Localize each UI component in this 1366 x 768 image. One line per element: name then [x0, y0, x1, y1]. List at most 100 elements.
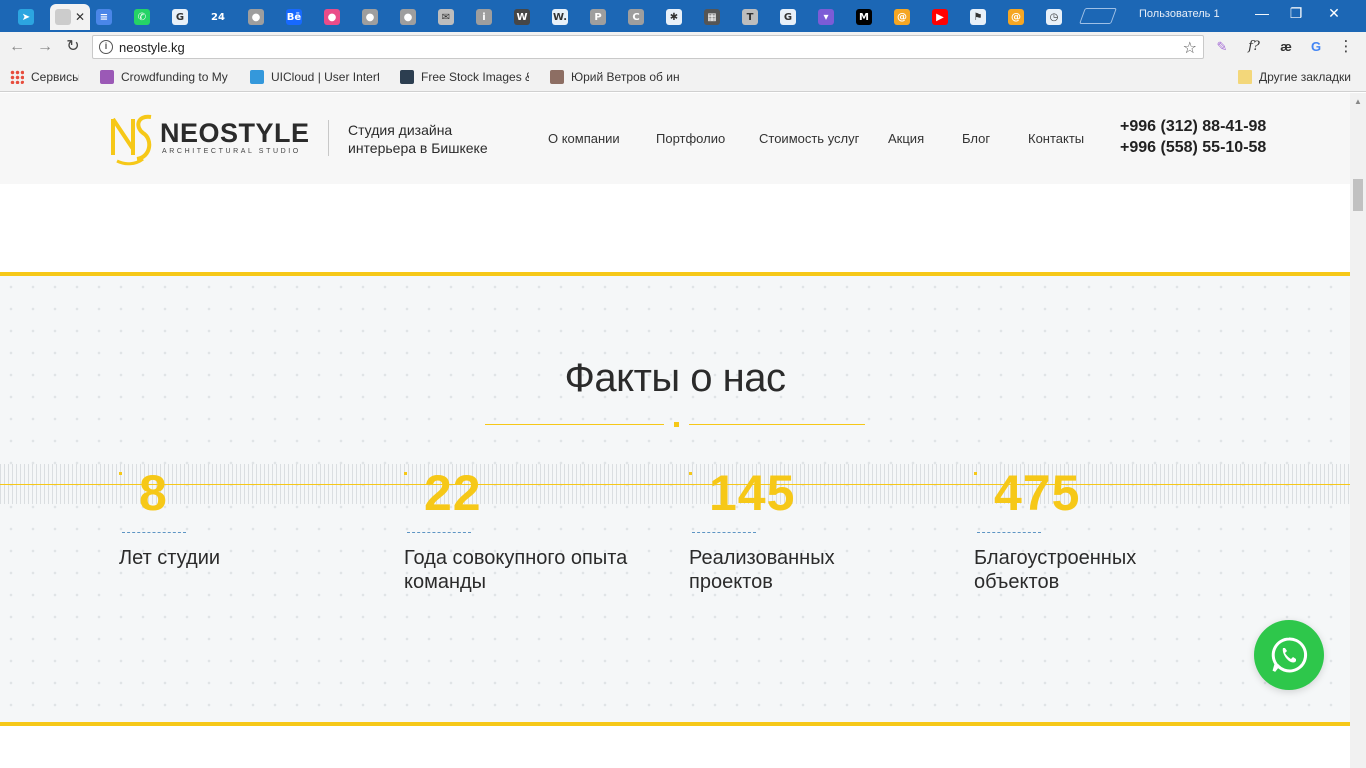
dribbble-grey-icon: ● — [248, 9, 264, 25]
browser-tab[interactable]: @ — [1002, 4, 1030, 30]
telegram-icon: ➤ — [18, 9, 34, 25]
browser-tab[interactable]: W. — [546, 4, 574, 30]
fact-label-line: Благоустроенных — [974, 547, 1137, 569]
fact-label-line: объектов — [974, 571, 1060, 593]
fact-label-line: Года совокупного опыта — [404, 547, 628, 569]
phone-1[interactable]: +996 (312) 88-41-98 — [1120, 118, 1266, 136]
mail-grey-icon: ✉ — [438, 9, 454, 25]
bookmark-item[interactable]: Юрий Ветров об ин — [550, 70, 679, 84]
flag-icon: ⚑ — [970, 9, 986, 25]
page-scrollbar[interactable]: ▲ — [1350, 93, 1366, 768]
back-arrow-icon[interactable]: ← — [6, 37, 28, 57]
browser-tab[interactable]: ● — [356, 4, 384, 30]
browser-tab[interactable]: ● — [394, 4, 422, 30]
brand-name[interactable]: NEOSTYLE — [160, 119, 310, 147]
bookmark-item[interactable]: Free Stock Images & — [400, 70, 529, 84]
browser-tab[interactable]: ▾ — [812, 4, 840, 30]
fact-label: Года совокупного опыта команды — [404, 546, 654, 594]
bookmark-item[interactable]: Сервисы — [10, 70, 79, 84]
other-bookmarks-label: Другие закладки — [1259, 70, 1351, 84]
phone-2[interactable]: +996 (558) 55-10-58 — [1120, 139, 1266, 157]
whatsapp-icon — [1271, 637, 1308, 673]
browser-tab[interactable]: W — [508, 4, 536, 30]
browser-tab[interactable]: C — [622, 4, 650, 30]
dribbble-grey-icon: ● — [362, 9, 378, 25]
site-info-icon[interactable]: i — [99, 40, 113, 54]
other-bookmarks[interactable]: Другие закладки — [1238, 70, 1351, 84]
mail-at-icon: @ — [1008, 9, 1024, 25]
bookmark-star-icon[interactable]: ☆ — [1183, 38, 1197, 58]
browser-tab[interactable]: ● — [318, 4, 346, 30]
site-header: NEOSTYLE ARCHITECTURAL STUDIO Студия диз… — [0, 93, 1350, 184]
tab-strip: ➤ ✕ ≡ ✆ G 24 ● Bē ● ● ● ✉ i W W. P C ✱ ▦ T G ▾ M @ ▶ ⚑ @ ◷ Пользова… — [0, 0, 1366, 32]
extension-font-icon[interactable]: f? — [1244, 38, 1264, 56]
scroll-up-icon[interactable]: ▲ — [1354, 97, 1362, 106]
wordpress-icon: W — [514, 9, 530, 25]
translate-icon[interactable]: G — [1306, 38, 1326, 56]
photo-icon: ▦ — [704, 9, 720, 25]
fact-corner-mark — [404, 472, 407, 475]
browser-tab[interactable]: G — [774, 4, 802, 30]
nav-pricing[interactable]: Стоимость услуг — [759, 131, 859, 146]
url-text[interactable]: neostyle.kg — [119, 40, 185, 55]
google-icon: G — [780, 9, 796, 25]
reload-icon[interactable]: ↻ — [62, 37, 84, 57]
nav-blog[interactable]: Блог — [962, 131, 990, 146]
browser-tab[interactable]: 24 — [204, 4, 232, 30]
browser-tab[interactable]: ✆ — [128, 4, 156, 30]
number-24-icon: 24 — [210, 9, 226, 25]
nav-about[interactable]: О компании — [548, 131, 620, 146]
bookmarks-bar: Сервисы Crowdfunding to My UICloud | User … — [0, 62, 1366, 92]
browser-tab[interactable]: ➤ — [12, 4, 40, 30]
title-underline-dot — [674, 422, 679, 427]
t-icon: T — [742, 9, 758, 25]
browser-tab[interactable]: T — [736, 4, 764, 30]
fact-value: 8 — [139, 465, 168, 521]
browser-tab[interactable]: M — [850, 4, 878, 30]
fact-label: Реализованных проектов — [689, 546, 939, 594]
browser-tab[interactable]: ▦ — [698, 4, 726, 30]
profile-name[interactable]: Пользователь 1 — [1139, 8, 1220, 20]
close-window-icon[interactable]: ✕ — [1314, 5, 1354, 22]
forward-arrow-icon[interactable]: → — [34, 37, 56, 57]
browser-tab[interactable]: G — [166, 4, 194, 30]
browser-tab[interactable]: ▶ — [926, 4, 954, 30]
bee-icon: ✱ — [666, 9, 682, 25]
new-tab-button[interactable] — [1079, 8, 1117, 24]
nav-portfolio[interactable]: Портфолио — [656, 131, 725, 146]
browser-tab[interactable]: ✉ — [432, 4, 460, 30]
browser-tab[interactable]: Bē — [280, 4, 308, 30]
browser-tab[interactable]: ● — [242, 4, 270, 30]
browser-tab[interactable]: i — [470, 4, 498, 30]
browser-tab[interactable]: ✱ — [660, 4, 688, 30]
close-tab-icon[interactable]: ✕ — [75, 10, 85, 24]
fact-divider — [977, 532, 1041, 533]
dribbble-icon: ● — [324, 9, 340, 25]
whatsapp-chat-button[interactable] — [1254, 620, 1324, 690]
info-icon: i — [476, 9, 492, 25]
c-icon: C — [628, 9, 644, 25]
extension-feather-icon[interactable]: ✎ — [1212, 38, 1232, 56]
nav-contacts[interactable]: Контакты — [1028, 131, 1084, 146]
restore-icon[interactable]: ❐ — [1276, 5, 1316, 22]
address-bar[interactable]: i neostyle.kg ☆ — [92, 35, 1204, 59]
menu-kebab-icon[interactable]: ⋮ — [1336, 38, 1356, 56]
neostyle-logo-icon[interactable] — [107, 109, 155, 167]
fact-divider — [122, 532, 186, 533]
browser-tab[interactable]: ≡ — [90, 4, 118, 30]
tagline-line-1: Студия дизайна — [348, 122, 453, 138]
scrollbar-thumb[interactable] — [1353, 179, 1363, 211]
bookmark-item[interactable]: UICloud | User Interf — [250, 70, 379, 84]
browser-tab[interactable]: ⚑ — [964, 4, 992, 30]
w-dot-icon: W. — [552, 9, 568, 25]
cloud-icon — [250, 70, 264, 84]
browser-tab[interactable]: @ — [888, 4, 916, 30]
nav-promo[interactable]: Акция — [888, 131, 924, 146]
browser-tab[interactable]: P — [584, 4, 612, 30]
fact-value: 475 — [994, 465, 1081, 521]
pinterest-icon: P — [590, 9, 606, 25]
bookmark-item[interactable]: Crowdfunding to My — [100, 70, 228, 84]
browser-tab[interactable]: ◷ — [1040, 4, 1068, 30]
browser-tab[interactable]: ✕ — [50, 4, 90, 30]
extension-ae-icon[interactable]: æ — [1276, 38, 1296, 56]
